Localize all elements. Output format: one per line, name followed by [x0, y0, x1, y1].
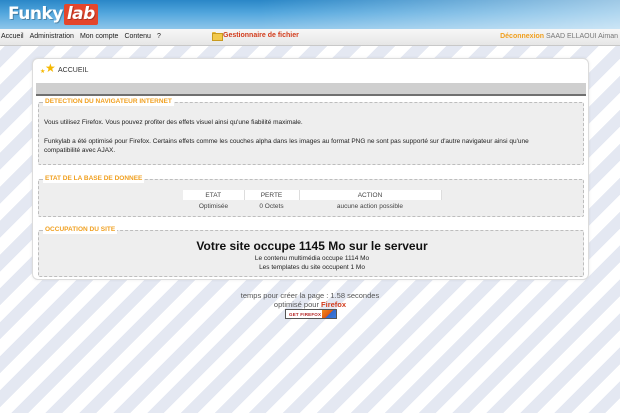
browser-info-line2: Funkylab a été optimisé pour Firefox. Ce… — [44, 138, 529, 145]
browser-detection-section: DETECTION DU NAVIGATEUR INTERNET Vous ut… — [38, 98, 584, 165]
database-state-section: ETAT DE LA BASE DE DONNEE ETAT PERTE ACT… — [38, 175, 584, 217]
db-state-table: ETAT PERTE ACTION Optimisée 0 Octets auc… — [183, 190, 442, 212]
site-occupation-section: OCCUPATION DU SITE Votre site occupe 114… — [38, 226, 584, 277]
menu-item-accueil[interactable]: Accueil — [1, 33, 24, 40]
browser-section-title: DETECTION DU NAVIGATEUR INTERNET — [43, 98, 174, 106]
file-manager-label: Gestionnaire de fichier — [223, 32, 299, 39]
cell-etat: Optimisée — [198, 202, 229, 210]
column-header-perte: PERTE — [244, 190, 300, 200]
menu-item-contenu[interactable]: Contenu — [124, 33, 150, 40]
column-header-etat: ETAT — [183, 190, 245, 200]
stars-icon: ★ ★ — [40, 61, 56, 75]
site-section-title: OCCUPATION DU SITE — [43, 226, 118, 234]
get-firefox-text: GET FIREFOX — [289, 311, 322, 317]
logout-link[interactable]: Déconnexion — [500, 33, 544, 40]
header-glow — [260, 0, 620, 29]
logo-text-funky: Funky — [8, 4, 63, 24]
file-manager-link[interactable]: Gestionnaire de fichier — [212, 32, 299, 41]
firefox-link[interactable]: Firefox — [321, 300, 346, 309]
site-size-heading: Votre site occupe 1145 Mo sur le serveur — [196, 239, 428, 253]
main-panel: ★ ★ ACCUEIL DETECTION DU NAVIGATEUR INTE… — [32, 58, 589, 280]
cell-perte: 0 Octets — [259, 202, 284, 210]
menu-item-administration[interactable]: Administration — [30, 33, 74, 40]
funkylab-logo[interactable]: Funky lab — [8, 3, 98, 25]
logo-text-lab: lab — [63, 3, 98, 25]
cell-action: aucune action possible — [336, 202, 404, 210]
user-bar: Déconnexion SAAD ELLAOUI Aiman — [500, 33, 618, 40]
db-section-title: ETAT DE LA BASE DE DONNEE — [43, 175, 145, 183]
menu-bar: Accueil Administration Mon compte Conten… — [0, 29, 620, 46]
table-header-row: ETAT PERTE ACTION — [183, 190, 442, 200]
templates-size-text: Les templates du site occupent 1 Mo — [259, 264, 365, 271]
toolbar-band — [36, 83, 586, 96]
folder-icon — [212, 32, 223, 41]
optimized-for: optimisé pour Firefox — [0, 300, 620, 309]
get-firefox-badge[interactable]: GET FIREFOX — [285, 309, 337, 319]
browser-info-line3: compatibilité avec AJAX. — [44, 147, 116, 154]
table-row: Optimisée 0 Octets aucune action possibl… — [183, 200, 441, 212]
media-size-text: Le contenu multimédia occupe 1114 Mo — [254, 255, 370, 262]
menu-item-mon-compte[interactable]: Mon compte — [80, 33, 119, 40]
main-menu: Accueil Administration Mon compte Conten… — [1, 33, 161, 40]
app-header: Funky lab — [0, 0, 620, 29]
page-timing: temps pour créer la page : 1.58 secondes — [240, 291, 380, 300]
user-name: SAAD ELLAOUI Aiman — [546, 33, 618, 40]
column-header-action: ACTION — [299, 190, 442, 200]
menu-item-help[interactable]: ? — [157, 33, 161, 40]
firefox-icon — [322, 310, 336, 318]
browser-info-line1: Vous utilisez Firefox. Vous pouvez profi… — [44, 119, 303, 126]
optimized-prefix: optimisé pour — [273, 300, 319, 309]
breadcrumb: ACCUEIL — [58, 67, 89, 74]
